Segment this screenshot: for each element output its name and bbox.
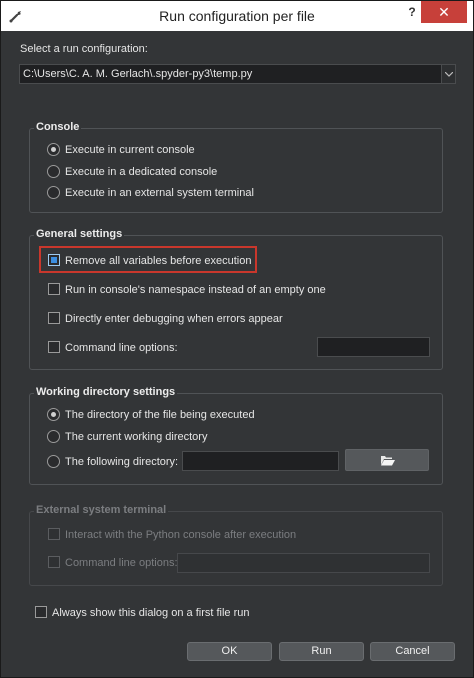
help-button[interactable]: ?: [405, 5, 419, 19]
console-external-radio[interactable]: [47, 186, 60, 199]
console-dedicated-radio[interactable]: [47, 165, 60, 178]
external-terminal-title: External system terminal: [34, 504, 169, 516]
namespace-checkbox[interactable]: [48, 283, 60, 295]
window-title: Run configuration per file: [159, 8, 315, 24]
run-button[interactable]: Run: [279, 642, 364, 661]
remove-vars-label[interactable]: Remove all variables before execution: [65, 255, 252, 267]
ext-cmdline-label[interactable]: Command line options:: [65, 557, 178, 569]
folder-open-icon: [381, 456, 395, 466]
config-select-value: C:\Users\C. A. M. Gerlach\.spyder-py3\te…: [23, 68, 253, 80]
always-show-label[interactable]: Always show this dialog on a first file …: [52, 607, 249, 619]
chevron-down-icon: [445, 72, 453, 77]
interact-label[interactable]: Interact with the Python console after e…: [65, 529, 296, 541]
browse-directory-button[interactable]: [345, 449, 429, 471]
console-current-radio[interactable]: [47, 143, 60, 156]
console-dedicated-label[interactable]: Execute in a dedicated console: [65, 166, 217, 178]
general-settings-title: General settings: [34, 228, 125, 240]
title-bar: Run configuration per file ? ✕: [1, 1, 473, 31]
debugging-checkbox[interactable]: [48, 312, 60, 324]
ext-cmdline-checkbox[interactable]: [48, 556, 60, 568]
namespace-label[interactable]: Run in console's namespace instead of an…: [65, 284, 326, 296]
external-terminal-group: [29, 511, 443, 586]
interact-checkbox[interactable]: [48, 528, 60, 540]
workdir-current-label[interactable]: The current working directory: [65, 431, 207, 443]
workdir-current-radio[interactable]: [47, 430, 60, 443]
close-button[interactable]: ✕: [421, 1, 467, 23]
ok-button[interactable]: OK: [187, 642, 272, 661]
console-current-label[interactable]: Execute in current console: [65, 144, 195, 156]
workdir-file-label[interactable]: The directory of the file being executed: [65, 409, 255, 421]
ext-cmdline-input[interactable]: [177, 553, 430, 573]
debugging-label[interactable]: Directly enter debugging when errors app…: [65, 313, 283, 325]
cancel-button[interactable]: Cancel: [370, 642, 455, 661]
cmdline-checkbox[interactable]: [48, 341, 60, 353]
select-config-label: Select a run configuration:: [20, 43, 148, 55]
remove-vars-checkbox[interactable]: [48, 254, 60, 266]
console-group-title: Console: [34, 121, 82, 133]
directory-input[interactable]: [182, 451, 339, 471]
workdir-file-radio[interactable]: [47, 408, 60, 421]
workdir-group-title: Working directory settings: [34, 386, 178, 398]
workdir-following-radio[interactable]: [47, 455, 60, 468]
config-select[interactable]: C:\Users\C. A. M. Gerlach\.spyder-py3\te…: [19, 64, 456, 84]
workdir-following-label[interactable]: The following directory:: [65, 456, 178, 468]
cmdline-input[interactable]: [317, 337, 430, 357]
cmdline-label[interactable]: Command line options:: [65, 342, 178, 354]
always-show-checkbox[interactable]: [35, 606, 47, 618]
run-config-dialog: Run configuration per file ? ✕ Select a …: [0, 0, 474, 678]
console-external-label[interactable]: Execute in an external system terminal: [65, 187, 254, 199]
combo-arrow[interactable]: [441, 65, 455, 83]
